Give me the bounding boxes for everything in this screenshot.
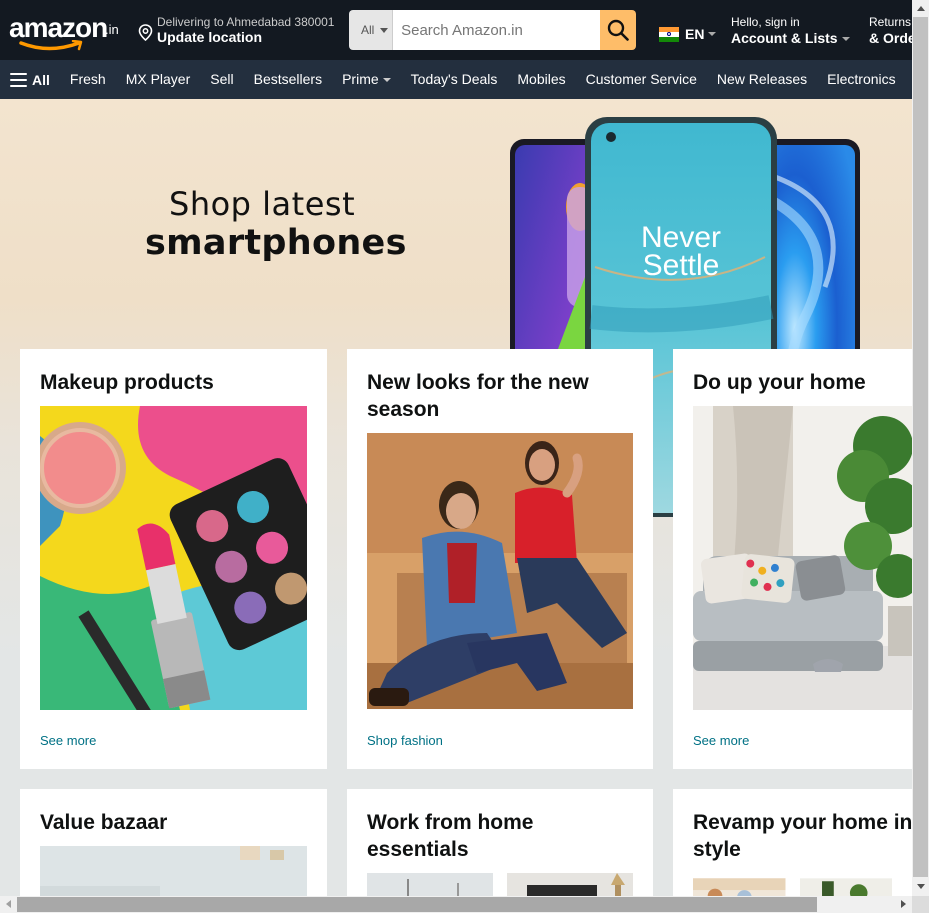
- delivery-location[interactable]: Delivering to Ahmedabad 380001 Update lo…: [138, 14, 348, 48]
- card-title: Work from home essentials: [367, 811, 534, 861]
- chevron-down-icon: [841, 37, 850, 42]
- nav-link-prime-label: Prime: [342, 71, 379, 87]
- top-navigation-bar: amazon .in Delivering to Ahmedabad 38000…: [0, 0, 912, 60]
- logo-tld: .in: [105, 22, 119, 37]
- scroll-left-arrow-icon[interactable]: [6, 900, 11, 908]
- hamburger-menu-icon: [10, 72, 27, 87]
- nav-link-mx-player[interactable]: MX Player: [116, 60, 201, 99]
- hero-headline: Shop latest smartphones: [145, 185, 407, 263]
- nav-link-sell[interactable]: Sell: [200, 60, 243, 99]
- secondary-navigation-bar: All Fresh MX Player Sell Bestsellers Pri…: [0, 60, 912, 99]
- horizontal-scrollbar[interactable]: [0, 896, 912, 913]
- scroll-right-arrow-icon[interactable]: [901, 900, 906, 908]
- orders-label: & Orders: [869, 30, 912, 46]
- category-card-revamp-home: Revamp your home in style: [673, 789, 912, 913]
- category-card-fashion: New looks for the new season Shop fashio…: [347, 349, 653, 769]
- horizontal-scrollbar-thumb[interactable]: [17, 897, 817, 912]
- card-title: Value bazaar: [40, 811, 168, 834]
- chevron-down-icon: [708, 32, 717, 36]
- card-title: New looks for the new season: [367, 371, 589, 421]
- see-more-link[interactable]: See more: [40, 733, 96, 748]
- sign-in-greeting: Hello, sign in: [731, 15, 800, 29]
- india-flag-icon: [659, 26, 679, 42]
- search-category-dropdown[interactable]: All: [349, 10, 394, 50]
- nav-link-electronics[interactable]: Electronics: [817, 60, 905, 99]
- nav-link-bestsellers[interactable]: Bestsellers: [244, 60, 332, 99]
- chevron-down-icon: [382, 78, 391, 83]
- search-button[interactable]: [600, 10, 636, 50]
- delivery-location-text: Delivering to Ahmedabad 380001: [157, 15, 335, 29]
- account-lists-label: Account & Lists: [731, 30, 838, 46]
- nav-link-todays-deals[interactable]: Today's Deals: [401, 60, 508, 99]
- language-selector[interactable]: EN: [659, 26, 717, 42]
- returns-and-orders[interactable]: Returns & Orders: [869, 15, 912, 46]
- account-and-lists[interactable]: Hello, sign in Account & Lists: [731, 15, 850, 46]
- nav-link-customer-service[interactable]: Customer Service: [576, 60, 707, 99]
- scrollbar-corner: [912, 896, 929, 913]
- card-title: Makeup products: [40, 371, 214, 394]
- returns-label: Returns: [869, 15, 912, 29]
- hero-headline-line2: smartphones: [145, 223, 407, 263]
- chevron-down-icon: [380, 27, 389, 33]
- category-card-value-bazaar: Value bazaar: [20, 789, 327, 913]
- scroll-up-arrow-icon[interactable]: [917, 6, 925, 11]
- hero-headline-line1: Shop latest: [169, 185, 356, 223]
- card-title: Do up your home: [693, 371, 866, 394]
- search-bar: All: [349, 10, 636, 50]
- nav-link-new-releases[interactable]: New Releases: [707, 60, 817, 99]
- vertical-scrollbar-thumb[interactable]: [913, 17, 928, 877]
- category-card-home: Do up your home See more: [673, 349, 912, 769]
- language-label: EN: [685, 26, 705, 42]
- phone-screen-text-line2: Settle: [643, 249, 720, 282]
- search-icon: [607, 19, 629, 41]
- logo-smile-icon: [19, 40, 83, 51]
- search-input[interactable]: [393, 10, 601, 50]
- category-card-makeup: Makeup products See more: [20, 349, 327, 769]
- card-title: Revamp your home in style: [693, 811, 912, 861]
- vertical-scrollbar[interactable]: [912, 0, 929, 897]
- nav-link-fresh[interactable]: Fresh: [60, 60, 116, 99]
- search-category-label: All: [361, 23, 375, 37]
- see-more-link[interactable]: See more: [693, 733, 749, 748]
- amazon-logo[interactable]: amazon .in: [9, 10, 124, 54]
- makeup-products-image[interactable]: [40, 406, 307, 710]
- location-pin-icon: [138, 24, 153, 41]
- scroll-down-arrow-icon[interactable]: [917, 884, 925, 889]
- category-card-work-from-home: Work from home essentials: [347, 789, 653, 913]
- nav-link-prime[interactable]: Prime: [332, 60, 401, 99]
- home-decor-image[interactable]: [693, 406, 912, 710]
- all-menu-label: All: [32, 71, 50, 88]
- fashion-image[interactable]: [367, 433, 633, 709]
- shop-fashion-link[interactable]: Shop fashion: [367, 733, 443, 748]
- nav-link-mobiles[interactable]: Mobiles: [507, 60, 575, 99]
- all-menu-button[interactable]: All: [0, 60, 60, 99]
- update-location-label: Update location: [157, 29, 263, 45]
